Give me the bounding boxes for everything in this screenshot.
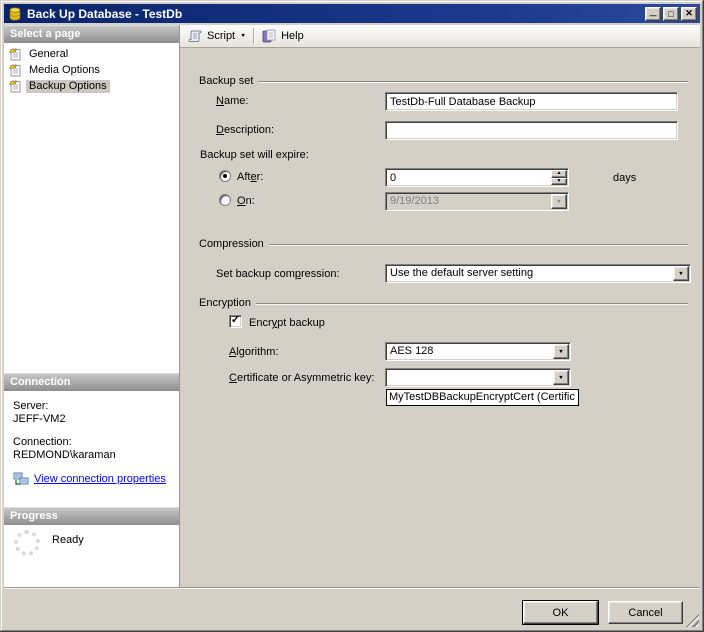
- backup-set-group-header: Backup set: [199, 75, 688, 87]
- name-field: [385, 92, 678, 111]
- expire-days-field: ▲ ▼: [385, 168, 569, 187]
- connection-label: Connection:: [13, 436, 175, 449]
- progress-status: Ready: [52, 534, 84, 546]
- on-label: On:: [237, 195, 255, 207]
- maximize-button[interactable]: □: [663, 7, 679, 21]
- compression-combo[interactable]: Use the default server setting ▼: [385, 264, 691, 283]
- maximize-icon: □: [668, 9, 673, 19]
- page-list: General Media Options: [4, 43, 179, 373]
- expire-label: Backup set will expire:: [200, 149, 309, 161]
- certificate-dropdown-item[interactable]: MyTestDBBackupEncryptCert (Certific: [387, 390, 578, 405]
- resize-grip[interactable]: [686, 614, 699, 627]
- help-icon: [261, 28, 277, 44]
- select-a-page-header: Select a page: [4, 25, 179, 43]
- property-page-icon: [8, 63, 22, 77]
- name-label: Name:: [216, 95, 248, 107]
- encryption-group-header: Encryption: [199, 297, 688, 309]
- close-button[interactable]: ✕: [681, 7, 697, 21]
- network-computers-icon: [13, 471, 29, 487]
- certificate-combo-button[interactable]: ▼: [553, 370, 569, 385]
- certificate-combo[interactable]: ▼: [385, 368, 571, 387]
- spinner-icon: [14, 530, 40, 556]
- minimize-icon: —: [650, 13, 657, 20]
- compression-group-header: Compression: [199, 238, 688, 250]
- description-label: Description:: [216, 124, 274, 136]
- script-icon: [187, 28, 203, 44]
- expire-days-input[interactable]: [386, 169, 568, 186]
- expire-date-value: 9/19/2013: [390, 195, 548, 208]
- encrypt-backup-checkbox[interactable]: ✓: [229, 315, 242, 328]
- certificate-label: Certificate or Asymmetric key:: [229, 372, 375, 384]
- algorithm-combo[interactable]: AES 128 ▼: [385, 342, 571, 361]
- connection-value: REDMOND\karaman: [13, 449, 175, 462]
- help-button[interactable]: Help: [257, 26, 308, 46]
- sidebar-item-general[interactable]: General: [4, 46, 179, 62]
- sidebar-item-label: General: [26, 48, 71, 61]
- spin-up-icon: ▲: [557, 171, 562, 176]
- after-label: After:: [237, 171, 263, 183]
- compression-combo-button[interactable]: ▼: [673, 266, 689, 281]
- toolbar-separator: [253, 28, 254, 44]
- cancel-button[interactable]: Cancel: [608, 601, 683, 624]
- view-connection-properties-link[interactable]: View connection properties: [34, 473, 166, 485]
- chevron-down-icon: ▼: [558, 375, 564, 380]
- sidebar-item-label: Media Options: [26, 64, 103, 77]
- help-button-label: Help: [281, 30, 304, 42]
- compression-label: Set backup compression:: [216, 268, 340, 280]
- window-title: Back Up Database - TestDb: [27, 7, 645, 21]
- script-button[interactable]: Script ▼: [183, 26, 250, 46]
- after-radio[interactable]: [219, 170, 231, 182]
- close-icon: ✕: [685, 8, 693, 19]
- spin-down-icon: ▼: [557, 179, 562, 184]
- name-input[interactable]: [386, 93, 677, 110]
- titlebar[interactable]: Back Up Database - TestDb — □ ✕: [4, 4, 700, 23]
- ok-button[interactable]: OK: [523, 601, 598, 624]
- description-field: [385, 121, 678, 140]
- main-panel: Script ▼ Help Bac: [179, 25, 700, 587]
- property-page-icon: [8, 47, 22, 61]
- expire-date-combo: 9/19/2013 ▼: [385, 192, 569, 211]
- spin-up-button[interactable]: ▲: [551, 170, 567, 178]
- algorithm-value: AES 128: [390, 345, 550, 358]
- server-value: JEFF-VM2: [13, 413, 175, 426]
- chevron-down-icon: ▼: [558, 349, 564, 354]
- footer: OK Cancel: [4, 587, 700, 628]
- minimize-button[interactable]: —: [645, 7, 661, 21]
- server-label: Server:: [13, 400, 175, 413]
- sidebar-item-backup-options[interactable]: Backup Options: [4, 78, 179, 94]
- chevron-down-icon: ▼: [678, 271, 684, 276]
- script-dropdown-caret-icon: ▼: [240, 33, 246, 38]
- certificate-dropdown-list: MyTestDBBackupEncryptCert (Certific: [386, 389, 579, 406]
- expire-date-combo-button: ▼: [551, 194, 567, 209]
- on-radio[interactable]: [219, 194, 231, 206]
- toolbar: Script ▼ Help: [180, 25, 700, 48]
- compression-value: Use the default server setting: [390, 267, 670, 280]
- spin-down-button[interactable]: ▼: [551, 178, 567, 186]
- sidebar-item-label: Backup Options: [26, 80, 110, 93]
- encrypt-backup-label: Encrypt backup: [249, 317, 325, 329]
- algorithm-label: Algorithm:: [229, 346, 279, 358]
- algorithm-combo-button[interactable]: ▼: [553, 344, 569, 359]
- progress-header: Progress: [4, 507, 179, 525]
- check-icon: ✓: [231, 315, 240, 326]
- backup-database-dialog: Back Up Database - TestDb — □ ✕ Select a…: [0, 0, 704, 632]
- connection-panel: Server: JEFF-VM2 Connection: REDMOND\kar…: [4, 391, 179, 507]
- database-icon: [7, 6, 23, 22]
- connection-header: Connection: [4, 373, 179, 391]
- backup-options-page: Backup set Name: Description: Backup set…: [180, 49, 700, 587]
- script-button-label: Script: [207, 30, 235, 42]
- progress-panel: Ready: [4, 525, 179, 587]
- chevron-down-icon: ▼: [556, 199, 562, 204]
- sidebar-item-media-options[interactable]: Media Options: [4, 62, 179, 78]
- description-input[interactable]: [386, 122, 677, 139]
- days-label: days: [613, 172, 636, 184]
- property-page-icon: [8, 79, 22, 93]
- sidebar: Select a page General: [4, 25, 179, 587]
